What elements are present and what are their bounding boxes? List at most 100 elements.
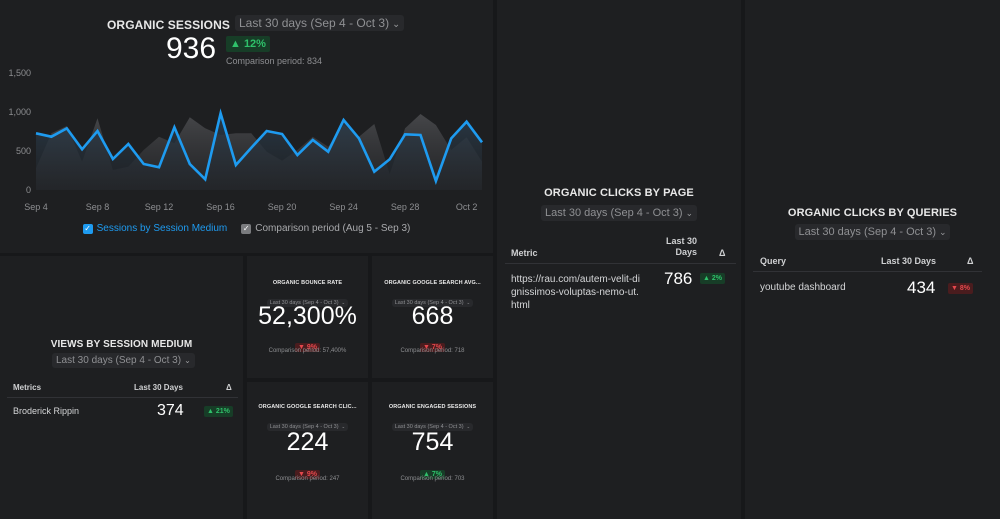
y-tick-label: 0	[26, 185, 31, 195]
comparison-point[interactable]	[342, 123, 346, 127]
sessions-point[interactable]	[142, 162, 146, 166]
comparison-point[interactable]	[96, 116, 100, 120]
sessions-point[interactable]	[188, 162, 192, 166]
comparison-point[interactable]	[480, 160, 484, 164]
sessions-point[interactable]	[111, 157, 115, 161]
date-range-dropdown[interactable]: Last 30 days (Sep 4 - Oct 3) ⌄	[541, 205, 697, 221]
row-label[interactable]: https://rau.com/autem-velit-dignissimos-…	[511, 273, 641, 312]
change-badge: ▲ 2%	[700, 273, 725, 284]
sessions-point[interactable]	[449, 136, 453, 140]
sessions-point[interactable]	[388, 157, 392, 161]
sessions-point[interactable]	[96, 129, 100, 133]
sessions-point[interactable]	[172, 125, 176, 129]
kpi-title: ORGANIC GOOGLE SEARCH CLIC...	[258, 404, 357, 410]
views-by-session-medium-widget: VIEWS BY SESSION MEDIUM Last 30 days (Se…	[0, 256, 243, 519]
sessions-point[interactable]	[418, 133, 422, 137]
column-header: Δ	[719, 248, 726, 258]
column-header: Last 30 Days	[665, 236, 697, 257]
comparison-point[interactable]	[265, 150, 269, 154]
chart-legend: ✓ Sessions by Session Medium ✓ Compariso…	[0, 223, 493, 234]
comparison-point[interactable]	[142, 148, 146, 152]
date-range-dropdown[interactable]: Last 30 days (Sep 4 - Oct 3) ⌄	[235, 15, 405, 31]
sessions-point[interactable]	[465, 120, 469, 124]
comparison-point[interactable]	[34, 166, 38, 170]
comparison-point[interactable]	[219, 133, 223, 137]
widget-title: ORGANIC SESSIONS	[107, 18, 230, 32]
sessions-point[interactable]	[219, 111, 223, 115]
comparison-point[interactable]	[465, 135, 469, 139]
kpi-card-google-search-avg: ORGANIC GOOGLE SEARCH AVG... Last 30 day…	[372, 256, 493, 378]
sessions-point[interactable]	[126, 142, 130, 146]
comparison-point[interactable]	[372, 122, 376, 126]
sessions-point[interactable]	[480, 140, 484, 144]
comparison-point[interactable]	[157, 135, 161, 139]
sessions-point[interactable]	[249, 146, 253, 150]
column-header: Query	[760, 256, 787, 266]
legend-label: Comparison period (Aug 5 - Sep 3)	[255, 223, 411, 234]
column-header: Metrics	[13, 383, 42, 392]
comparison-point[interactable]	[295, 148, 299, 152]
change-badge: ▲ 21%	[204, 406, 233, 417]
column-header: Last 30 Days	[134, 383, 183, 392]
date-range-dropdown[interactable]: Last 30 days (Sep 4 - Oct 3) ⌄	[52, 353, 195, 368]
x-tick-label: Sep 16	[206, 202, 235, 212]
sessions-point[interactable]	[342, 118, 346, 122]
sessions-point[interactable]	[157, 165, 161, 169]
comparison-point[interactable]	[326, 145, 330, 149]
comparison-point[interactable]	[234, 131, 238, 135]
y-tick-label: 1,500	[8, 68, 31, 78]
sessions-point[interactable]	[265, 129, 269, 133]
comparison-point[interactable]	[311, 135, 315, 139]
comparison-text: Comparison period: 703	[400, 476, 465, 482]
comparison-point[interactable]	[434, 123, 438, 127]
sessions-point[interactable]	[203, 177, 207, 181]
comparison-point[interactable]	[49, 131, 53, 135]
sessions-point[interactable]	[80, 147, 84, 151]
widget-title: ORGANIC CLICKS BY PAGE	[544, 187, 694, 199]
comparison-point[interactable]	[403, 126, 407, 130]
comparison-point[interactable]	[65, 124, 69, 128]
comparison-point[interactable]	[188, 115, 192, 119]
sessions-point[interactable]	[326, 150, 330, 154]
date-range-label: Last 30 days (Sep 4 - Oct 3)	[545, 207, 683, 219]
comparison-point[interactable]	[249, 131, 253, 135]
comparison-point[interactable]	[357, 135, 361, 139]
chevron-down-icon: ⌄	[392, 19, 401, 30]
comparison-text: Comparison period: 718	[400, 348, 465, 354]
checkbox-checked-icon[interactable]: ✓	[241, 223, 252, 234]
kpi-card-engaged-sessions: ORGANIC ENGAGED SESSIONS Last 30 days (S…	[372, 382, 493, 519]
change-badge: ▲ 12%	[226, 36, 270, 52]
sessions-point[interactable]	[49, 135, 53, 139]
x-tick-label: Sep 4	[24, 202, 48, 212]
sessions-point[interactable]	[280, 132, 284, 136]
comparison-point[interactable]	[80, 160, 84, 164]
comparison-point[interactable]	[280, 159, 284, 163]
date-range-dropdown[interactable]: Last 30 days (Sep 4 - Oct 3) ⌄	[794, 224, 951, 240]
legend-item-sessions[interactable]: ✓ Sessions by Session Medium	[82, 223, 227, 234]
comparison-point[interactable]	[126, 165, 130, 169]
sessions-point[interactable]	[34, 131, 38, 135]
comparison-point[interactable]	[388, 172, 392, 176]
comparison-point[interactable]	[418, 112, 422, 116]
kpi-title: ORGANIC ENGAGED SESSIONS	[388, 404, 477, 410]
kpi-card-bounce-rate: ORGANIC BOUNCE RATE Last 30 days (Sep 4 …	[247, 256, 368, 378]
comparison-point[interactable]	[111, 168, 115, 172]
legend-item-comparison[interactable]: ✓ Comparison period (Aug 5 - Sep 3)	[241, 223, 410, 234]
checkbox-checked-icon[interactable]: ✓	[82, 223, 93, 234]
date-range-label: Last 30 days (Sep 4 - Oct 3)	[56, 355, 182, 366]
table-divider	[7, 397, 238, 398]
sessions-point[interactable]	[372, 170, 376, 174]
sessions-point[interactable]	[403, 132, 407, 136]
sessions-point[interactable]	[234, 163, 238, 167]
comparison-point[interactable]	[449, 148, 453, 152]
comparison-point[interactable]	[203, 126, 207, 130]
kpi-value: 754	[411, 428, 454, 456]
kpi-value: 52,300%	[258, 302, 357, 330]
comparison-point[interactable]	[172, 141, 176, 145]
organic-clicks-by-queries-widget: ORGANIC CLICKS BY QUERIES Last 30 days (…	[745, 0, 1000, 519]
sessions-point[interactable]	[295, 153, 299, 157]
kpi-card-google-search-clicks: ORGANIC GOOGLE SEARCH CLIC... Last 30 da…	[247, 382, 368, 519]
kpi-value: 224	[286, 428, 329, 456]
x-tick-label: Sep 24	[329, 202, 358, 212]
sessions-point[interactable]	[434, 179, 438, 183]
